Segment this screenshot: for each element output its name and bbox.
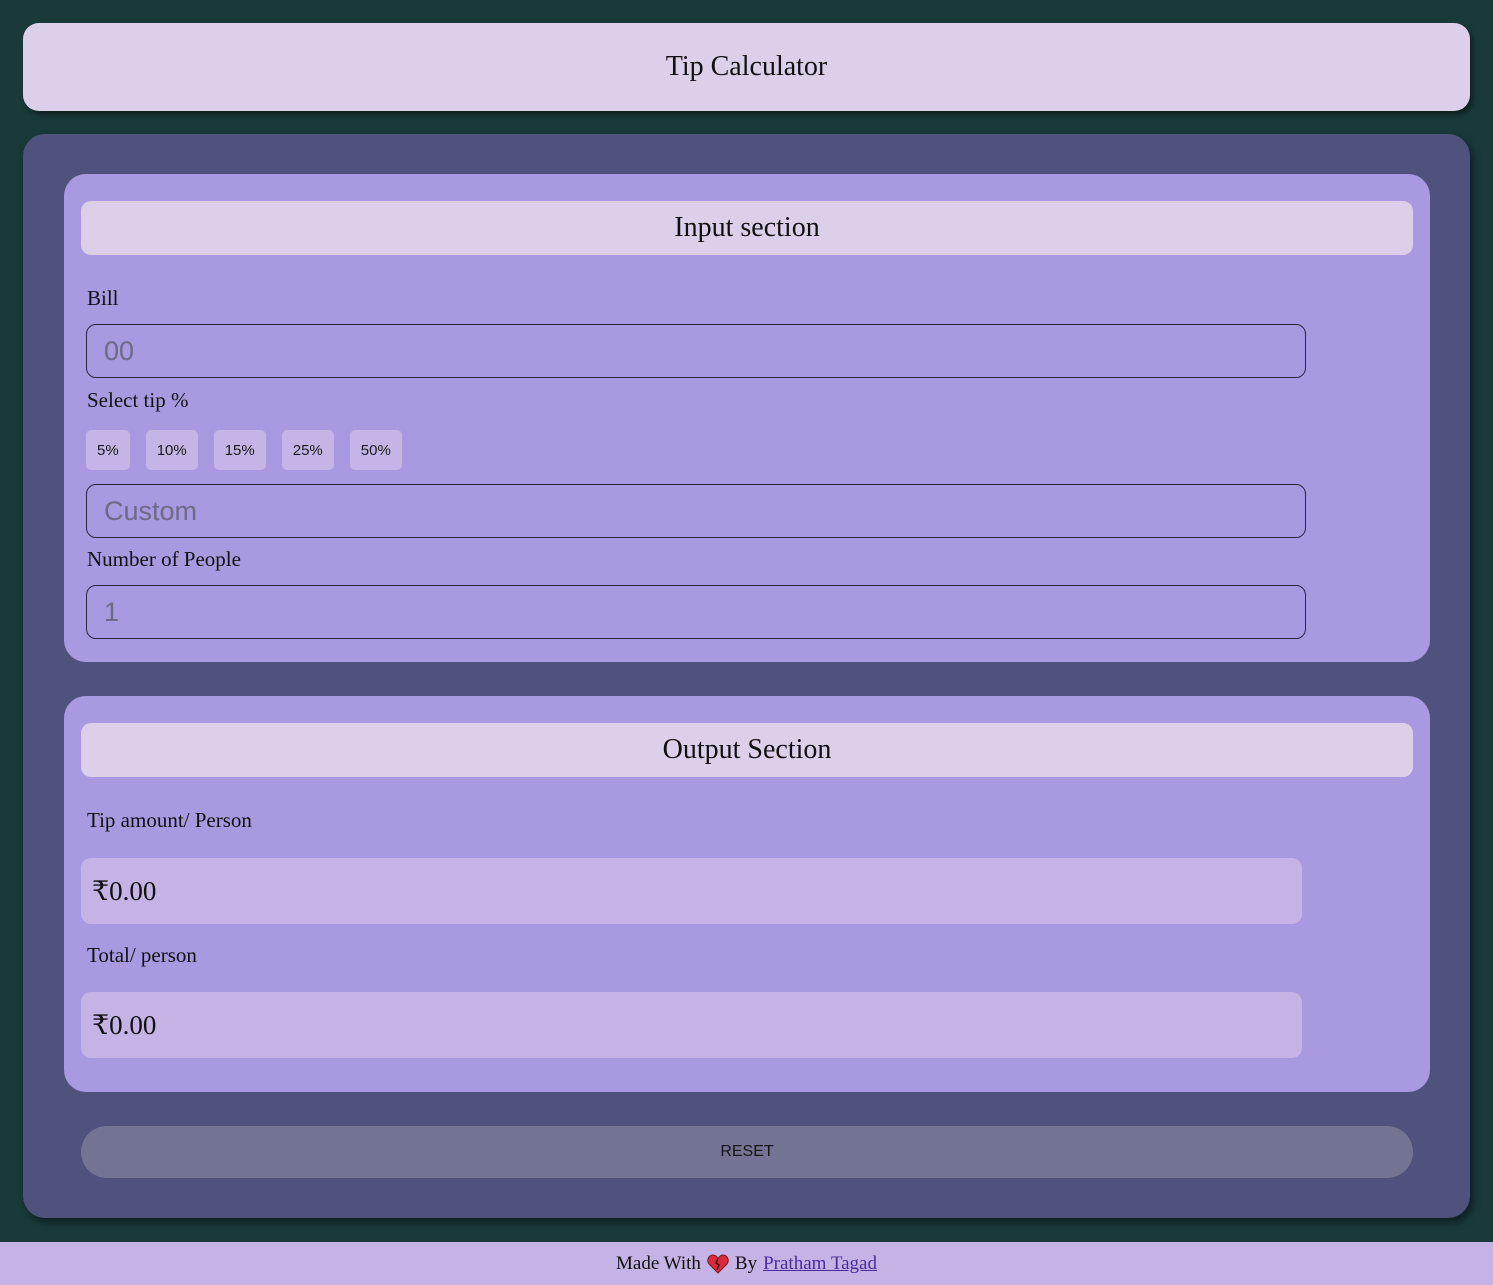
input-section: Input section Bill 00 Select tip % 5% 10… [64,174,1430,662]
custom-tip-placeholder: Custom [104,495,198,526]
tip-50-button[interactable]: 50% [349,430,402,470]
input-section-title: Input section [81,201,1413,255]
bill-input[interactable]: 00 [86,324,1306,378]
people-input[interactable]: 1 [86,585,1306,639]
total-label: Total/ person [87,943,197,967]
bill-input-placeholder: 00 [104,335,135,366]
tip-25-button[interactable]: 25% [281,430,334,470]
output-section: Output Section Tip amount/ Person ₹0.00 … [64,696,1430,1092]
tip-amount-value: ₹0.00 [81,858,1302,924]
app-header: Tip Calculator [23,23,1470,111]
tip-15-button[interactable]: 15% [213,430,266,470]
tip-label: Select tip % [87,388,189,412]
custom-tip-input[interactable]: Custom [86,484,1306,538]
people-input-placeholder: 1 [104,596,120,627]
footer-by: By [734,1252,758,1274]
people-label: Number of People [87,547,241,571]
app-title: Tip Calculator [665,51,828,82]
calculator-panel: Input section Bill 00 Select tip % 5% 10… [23,134,1470,1218]
reset-button[interactable]: RESET [81,1126,1413,1178]
output-section-title: Output Section [81,723,1413,777]
bill-label: Bill [87,286,119,310]
tip-options: 5% 10% 15% 25% 50% [86,430,402,470]
footer-made-with: Made With [616,1252,701,1274]
heart-icon [707,1253,729,1274]
total-value: ₹0.00 [81,992,1302,1058]
author-link[interactable]: Pratham Tagad [763,1253,877,1275]
footer: Made With By Pratham Tagad [0,1242,1493,1285]
tip-10-button[interactable]: 10% [145,430,198,470]
tip-5-button[interactable]: 5% [86,430,130,470]
tip-amount-label: Tip amount/ Person [87,808,252,832]
